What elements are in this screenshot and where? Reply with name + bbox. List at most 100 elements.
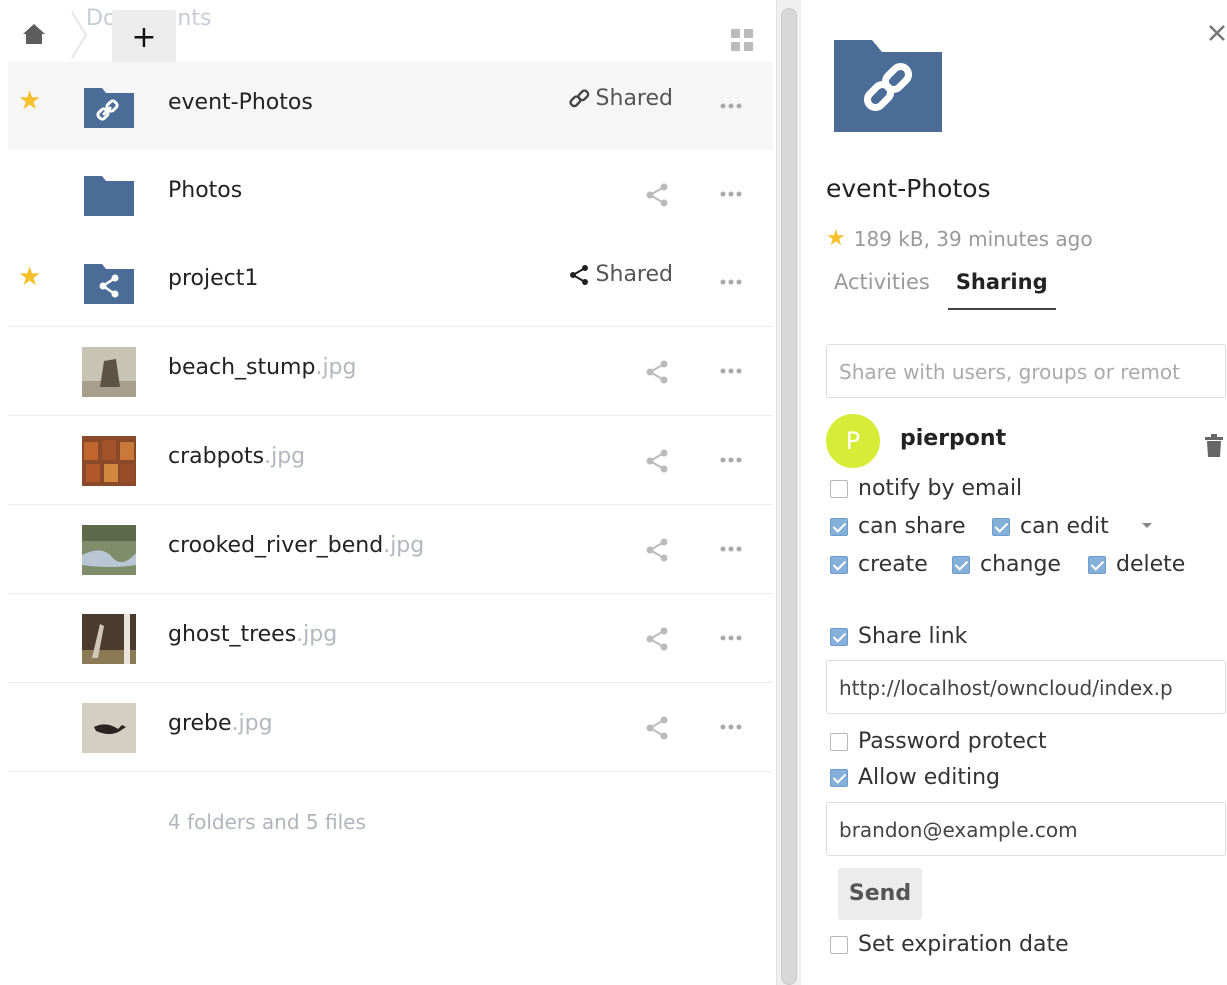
share-icon[interactable]	[644, 448, 670, 474]
file-name[interactable]: project1	[168, 266, 258, 291]
share-user-name: pierpont	[900, 426, 1007, 451]
sidebar-meta: ★ 189 kB, 39 minutes ago	[826, 226, 1093, 251]
share-icon[interactable]	[644, 359, 670, 385]
more-actions-icon[interactable]	[718, 186, 744, 202]
scrollbar[interactable]	[776, 0, 801, 985]
checkbox-label: create	[858, 552, 928, 577]
email-field[interactable]: brandon@example.com	[826, 802, 1226, 856]
file-name[interactable]: Photos	[168, 178, 242, 203]
share-icon[interactable]	[644, 537, 670, 563]
details-sidebar: event-Photos ★ 189 kB, 39 minutes ago Ac…	[802, 0, 1227, 985]
checkbox-label: Share link	[858, 624, 968, 649]
image-thumbnail	[82, 436, 136, 486]
change-checkbox[interactable]: change	[952, 552, 1061, 577]
more-actions-icon[interactable]	[718, 541, 744, 557]
new-button[interactable]: +	[112, 10, 176, 66]
share-icon[interactable]	[644, 626, 670, 652]
avatar: P	[826, 414, 880, 468]
file-row[interactable]: Photos	[8, 150, 773, 239]
shared-indicator[interactable]: Shared	[568, 262, 673, 287]
share-link-checkbox[interactable]: Share link	[830, 624, 967, 649]
notify-email-checkbox[interactable]: notify by email	[830, 476, 1022, 501]
checkbox-icon[interactable]	[830, 517, 848, 536]
file-name[interactable]: crooked_river_bend.jpg	[168, 533, 424, 558]
checkbox-label: delete	[1116, 552, 1186, 577]
checkbox-icon[interactable]	[830, 627, 848, 646]
checkbox-label: notify by email	[858, 476, 1023, 501]
share-search-input[interactable]: Share with users, groups or remot	[826, 344, 1226, 398]
image-thumbnail	[82, 347, 136, 397]
image-thumbnail	[82, 525, 136, 575]
shared-label: Shared	[595, 262, 673, 287]
share-icon[interactable]	[644, 182, 670, 208]
send-button[interactable]: Send	[838, 868, 922, 920]
file-name[interactable]: ghost_trees.jpg	[168, 622, 337, 647]
file-row[interactable]: beach_stump.jpg	[8, 327, 773, 416]
checkbox-icon[interactable]	[830, 768, 848, 787]
folder-icon	[84, 176, 134, 216]
more-actions-icon[interactable]	[718, 630, 744, 646]
favorite-star-icon[interactable]: ★	[18, 86, 41, 116]
more-actions-icon[interactable]	[718, 98, 744, 114]
checkbox-icon[interactable]	[830, 479, 848, 498]
more-actions-icon[interactable]	[718, 719, 744, 735]
checkbox-icon[interactable]	[952, 555, 970, 574]
can-edit-checkbox[interactable]: can edit	[992, 514, 1109, 539]
image-thumbnail	[82, 703, 136, 753]
link-icon	[568, 88, 589, 107]
can-share-checkbox[interactable]: can share	[830, 514, 966, 539]
create-checkbox[interactable]: create	[830, 552, 928, 577]
checkbox-icon[interactable]	[830, 555, 848, 574]
file-name[interactable]: crabpots.jpg	[168, 444, 305, 469]
shared-label: Shared	[595, 86, 673, 111]
file-name[interactable]: beach_stump.jpg	[168, 355, 357, 380]
share-icon	[569, 264, 588, 285]
file-summary: 4 folders and 5 files	[168, 810, 366, 834]
checkbox-icon[interactable]	[1088, 555, 1106, 574]
checkbox-label: change	[980, 552, 1061, 577]
grid-view-icon[interactable]	[730, 28, 754, 52]
image-thumbnail	[82, 614, 136, 664]
chevron-down-icon[interactable]	[1140, 520, 1154, 530]
file-name[interactable]: event-Photos	[168, 90, 313, 115]
checkbox-label: can share	[858, 514, 966, 539]
favorite-star-icon[interactable]: ★	[826, 226, 846, 251]
home-icon[interactable]	[22, 22, 46, 46]
allow-editing-checkbox[interactable]: Allow editing	[830, 765, 1000, 790]
checkbox-label: Set expiration date	[858, 932, 1069, 957]
tab-sharing[interactable]: Sharing	[947, 270, 1056, 310]
shared-indicator[interactable]: Shared	[568, 86, 673, 111]
tab-activities[interactable]: Activities	[834, 270, 930, 310]
trash-icon[interactable]	[1204, 434, 1224, 458]
file-row[interactable]: grebe.jpg	[8, 683, 773, 772]
link-folder-icon	[84, 88, 134, 128]
shared-folder-icon	[84, 264, 134, 304]
password-protect-checkbox[interactable]: Password protect	[830, 729, 1047, 754]
scrollbar-thumb[interactable]	[781, 8, 797, 985]
link-folder-icon	[834, 40, 942, 132]
delete-checkbox[interactable]: delete	[1088, 552, 1185, 577]
file-row[interactable]: crooked_river_bend.jpg	[8, 505, 773, 594]
file-list-panel: Documents + ★ event-Photos Shared	[0, 0, 776, 985]
checkbox-label: can edit	[1020, 514, 1109, 539]
more-actions-icon[interactable]	[718, 274, 744, 290]
checkbox-icon[interactable]	[830, 935, 848, 954]
file-size-modified: 189 kB, 39 minutes ago	[853, 226, 1093, 251]
expiration-date-checkbox[interactable]: Set expiration date	[830, 932, 1069, 957]
file-row[interactable]: ★ event-Photos Shared	[8, 62, 773, 151]
checkbox-icon[interactable]	[830, 732, 848, 751]
more-actions-icon[interactable]	[718, 452, 744, 468]
checkbox-icon[interactable]	[992, 517, 1010, 536]
checkbox-label: Password protect	[858, 729, 1047, 754]
more-actions-icon[interactable]	[718, 363, 744, 379]
favorite-star-icon[interactable]: ★	[18, 262, 41, 292]
share-link-url-field[interactable]: http://localhost/owncloud/index.p	[826, 660, 1226, 714]
file-name[interactable]: grebe.jpg	[168, 711, 273, 736]
close-icon[interactable]	[1206, 22, 1227, 44]
sidebar-tabs: Activities Sharing	[834, 270, 1056, 310]
file-row[interactable]: ghost_trees.jpg	[8, 594, 773, 683]
share-icon[interactable]	[644, 715, 670, 741]
sidebar-title: event-Photos	[826, 174, 991, 203]
file-row[interactable]: ★ project1 Shared	[8, 238, 773, 327]
file-row[interactable]: crabpots.jpg	[8, 416, 773, 505]
